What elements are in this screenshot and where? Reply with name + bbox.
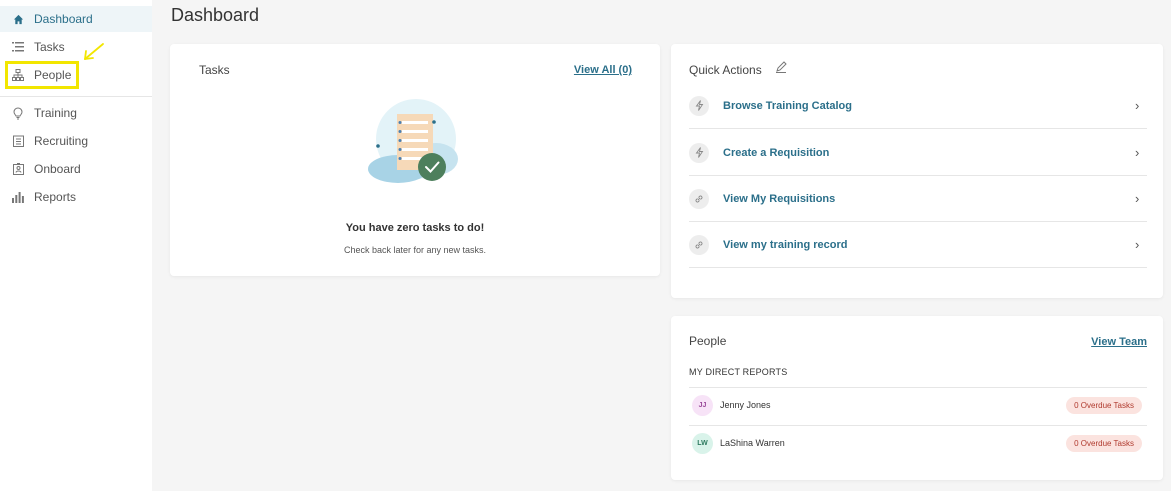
sidebar-item-onboard[interactable]: Onboard	[0, 156, 152, 182]
sidebar-item-label: Tasks	[34, 40, 65, 54]
view-team-link[interactable]: View Team	[1091, 336, 1147, 348]
view-all-tasks-link[interactable]: View All (0)	[574, 64, 632, 76]
quick-action-label: Create a Requisition	[723, 146, 830, 159]
sidebar-item-label: Reports	[34, 190, 77, 204]
sidebar-divider	[0, 96, 152, 97]
sidebar-item-label: Training	[34, 106, 77, 120]
edit-pencil-icon[interactable]	[775, 61, 787, 73]
chevron-right-icon: ›	[1135, 98, 1140, 113]
quick-action-label: View my training record	[723, 238, 848, 251]
sidebar-item-label: Onboard	[34, 162, 81, 176]
direct-report-name: Jenny Jones	[720, 400, 771, 410]
quick-action-create-requisition[interactable]: Create a Requisition ›	[689, 130, 1147, 176]
avatar: LW	[692, 432, 713, 454]
lightning-icon	[689, 95, 709, 116]
avatar: JJ	[692, 394, 713, 416]
direct-reports-heading: MY DIRECT REPORTS	[689, 367, 788, 377]
badge-icon	[11, 162, 25, 176]
sidebar-item-reports[interactable]: Reports	[0, 184, 152, 210]
sidebar: Dashboard Tasks People Training Recruiti…	[0, 0, 152, 491]
page-title: Dashboard	[171, 5, 260, 25]
direct-report-row[interactable]: LW LaShina Warren 0 Overdue Tasks	[689, 425, 1147, 460]
sidebar-item-tasks[interactable]: Tasks	[0, 34, 152, 60]
org-chart-icon	[11, 68, 25, 82]
quick-actions-title: Quick Actions	[689, 63, 762, 77]
empty-tasks-title: You have zero tasks to do!	[345, 222, 485, 234]
chevron-right-icon: ›	[1135, 237, 1140, 252]
direct-report-name: LaShina Warren	[720, 438, 785, 448]
lightning-icon	[689, 142, 709, 163]
empty-tasks-subtitle: Check back later for any new tasks.	[343, 245, 487, 255]
overdue-tasks-badge: 0 Overdue Tasks	[1066, 396, 1142, 414]
quick-actions-card: Quick Actions Browse Training Catalog › …	[671, 44, 1163, 298]
people-card: People View Team MY DIRECT REPORTS JJ Je…	[671, 316, 1163, 480]
direct-report-row[interactable]: JJ Jenny Jones 0 Overdue Tasks	[689, 387, 1147, 422]
quick-action-label: Browse Training Catalog	[723, 99, 852, 112]
bar-chart-icon	[11, 190, 25, 204]
empty-tasks-illustration	[368, 99, 458, 183]
clipboard-icon	[11, 134, 25, 148]
quick-action-view-training-record[interactable]: View my training record ›	[689, 222, 1147, 268]
tasks-card: Tasks View All (0) You have zero tasks t…	[170, 44, 660, 276]
lightbulb-icon	[11, 106, 25, 120]
quick-action-label: View My Requisitions	[723, 192, 836, 205]
sidebar-item-dashboard[interactable]: Dashboard	[0, 6, 152, 32]
sidebar-item-label: Recruiting	[34, 134, 89, 148]
quick-action-browse-training-catalog[interactable]: Browse Training Catalog ›	[689, 83, 1147, 129]
link-icon	[689, 234, 709, 255]
sidebar-item-label: People	[34, 68, 72, 82]
list-icon	[11, 40, 25, 54]
sidebar-item-people[interactable]: People	[0, 62, 152, 88]
people-card-title: People	[689, 334, 727, 348]
tasks-card-title: Tasks	[199, 63, 230, 77]
link-icon	[689, 188, 709, 209]
chevron-right-icon: ›	[1135, 145, 1140, 160]
overdue-tasks-badge: 0 Overdue Tasks	[1066, 434, 1142, 452]
quick-action-view-my-requisitions[interactable]: View My Requisitions ›	[689, 176, 1147, 222]
sidebar-item-training[interactable]: Training	[0, 100, 152, 126]
sidebar-item-label: Dashboard	[34, 12, 93, 26]
home-icon	[11, 12, 25, 26]
sidebar-item-recruiting[interactable]: Recruiting	[0, 128, 152, 154]
chevron-right-icon: ›	[1135, 191, 1140, 206]
